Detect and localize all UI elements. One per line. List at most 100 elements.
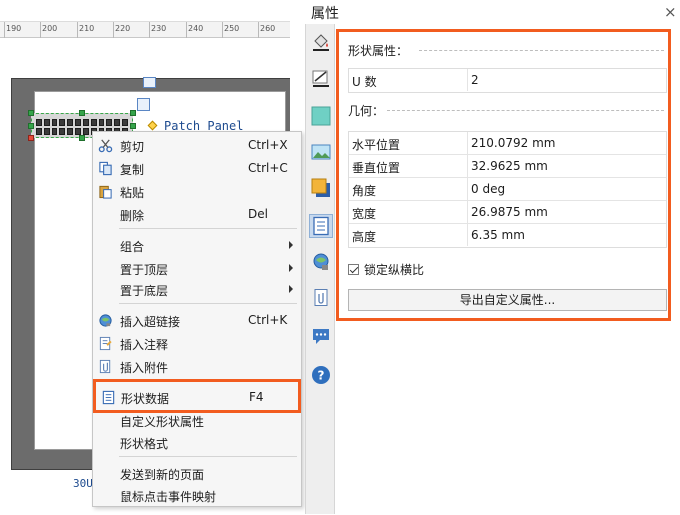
- menu-item-shape-data[interactable]: 形状数据 F4: [93, 379, 301, 413]
- image-icon: [311, 144, 331, 160]
- ruler-label: 200: [42, 24, 58, 33]
- properties-panel: 形状属性： U 数 2 几何： 水平位置 210.0792 mm 垂直位置 32…: [336, 29, 671, 321]
- menu-item-send-to-back[interactable]: 置于底层: [93, 279, 301, 299]
- close-button[interactable]: ×: [664, 3, 677, 21]
- menu-item-label: 组合: [120, 240, 145, 254]
- menu-item-send-to-new-page[interactable]: 发送到新的页面: [93, 463, 301, 483]
- resize-handle[interactable]: [28, 123, 34, 129]
- table-row[interactable]: 水平位置 210.0792 mm: [349, 132, 666, 155]
- toolbar-help-button[interactable]: ?: [309, 363, 333, 387]
- toolbar-image-button[interactable]: [309, 140, 333, 164]
- resize-handle[interactable]: [130, 110, 136, 116]
- property-value[interactable]: 26.9875 mm: [469, 201, 548, 223]
- horizontal-ruler: 190 200 210 220 230 240 250 260: [0, 21, 290, 38]
- menu-item-custom-shape-properties[interactable]: 自定义形状属性: [93, 410, 301, 430]
- lock-aspect-ratio-row[interactable]: 锁定纵横比: [348, 261, 424, 278]
- properties-icon: [313, 216, 329, 236]
- menu-separator: [119, 303, 297, 304]
- resize-handle[interactable]: [79, 135, 85, 141]
- menu-item-insert-attachment[interactable]: 插入附件: [93, 356, 301, 376]
- ruler-tick: [222, 22, 223, 38]
- property-value[interactable]: 2: [469, 69, 479, 91]
- shape-color-icon: [311, 106, 331, 126]
- hyperlink-icon: [99, 314, 112, 327]
- ruler-tick: [186, 22, 187, 38]
- floating-menu-icon[interactable]: [137, 98, 150, 111]
- toolbar-line-button[interactable]: [309, 66, 333, 90]
- menu-item-label: 插入附件: [120, 361, 169, 375]
- menu-item-label: 粘贴: [120, 186, 145, 200]
- rack-label: 30U: [73, 477, 93, 490]
- submenu-arrow-icon: [289, 285, 293, 293]
- shadow-icon: [311, 178, 330, 197]
- menu-separator: [119, 456, 297, 457]
- menu-item-cut[interactable]: 剪切 Ctrl+X: [93, 135, 301, 155]
- menu-item-label: 复制: [120, 163, 145, 177]
- property-name: 垂直位置: [349, 155, 468, 177]
- menu-item-label: 置于底层: [120, 284, 169, 298]
- property-value[interactable]: 32.9625 mm: [469, 155, 548, 177]
- section-title-shape-properties: 形状属性：: [348, 44, 409, 58]
- property-value[interactable]: 210.0792 mm: [469, 132, 555, 154]
- table-row[interactable]: 宽度 26.9875 mm: [349, 201, 666, 224]
- toolbar-shadow-button[interactable]: [309, 176, 333, 200]
- menu-item-label: 剪切: [120, 140, 145, 154]
- ruler-tick: [149, 22, 150, 38]
- property-value[interactable]: 6.35 mm: [469, 224, 525, 246]
- comment-icon: [99, 336, 112, 351]
- menu-item-paste[interactable]: 粘贴: [93, 181, 301, 201]
- menu-item-label: 插入注释: [120, 338, 169, 352]
- menu-item-shortcut: F4: [249, 390, 264, 404]
- ruler-label: 220: [115, 24, 131, 33]
- panel-title: 属性: [311, 6, 339, 22]
- resize-handle[interactable]: [28, 110, 34, 116]
- section-divider: [419, 50, 664, 51]
- toolbar-fill-button[interactable]: [309, 30, 333, 54]
- menu-item-insert-comment[interactable]: 插入注释: [93, 333, 301, 353]
- menu-item-shortcut: Del: [248, 207, 268, 221]
- table-row[interactable]: U 数 2: [349, 69, 666, 92]
- panel-edge: [671, 24, 680, 515]
- ruler-label: 250: [224, 24, 240, 33]
- resize-handle[interactable]: [79, 110, 85, 116]
- table-row[interactable]: 角度 0 deg: [349, 178, 666, 201]
- property-name: 宽度: [349, 201, 468, 223]
- lock-aspect-ratio-label: 锁定纵横比: [364, 263, 425, 277]
- paste-icon: [99, 185, 112, 199]
- menu-item-shortcut: Ctrl+K: [248, 313, 288, 327]
- section-title-geometry: 几何：: [348, 104, 385, 118]
- export-custom-properties-button[interactable]: 导出自定义属性...: [348, 289, 667, 311]
- lock-aspect-ratio-checkbox[interactable]: [348, 264, 359, 275]
- ruler-tick: [40, 22, 41, 38]
- menu-item-shortcut: Ctrl+C: [248, 161, 288, 175]
- menu-item-delete[interactable]: 删除 Del: [93, 204, 301, 224]
- property-name: 水平位置: [349, 132, 468, 154]
- menu-item-shape-format[interactable]: 形状格式: [93, 432, 301, 452]
- menu-item-insert-hyperlink[interactable]: 插入超链接 Ctrl+K: [93, 310, 301, 330]
- property-value[interactable]: 0 deg: [469, 178, 505, 200]
- line-icon: [312, 70, 329, 87]
- attachment-icon: [99, 359, 111, 374]
- floating-action-icon[interactable]: [143, 77, 156, 88]
- ruler-tick: [258, 22, 259, 38]
- toolbar-shape-color-button[interactable]: [309, 104, 333, 128]
- menu-item-label: 发送到新的页面: [120, 468, 205, 482]
- ruler-label: 190: [6, 24, 22, 33]
- menu-item-mouse-click-event[interactable]: 鼠标点击事件映射: [93, 485, 301, 505]
- resize-handle[interactable]: [130, 123, 136, 129]
- shape-data-icon: [102, 390, 115, 405]
- table-row[interactable]: 高度 6.35 mm: [349, 224, 666, 247]
- menu-item-bring-to-front[interactable]: 置于顶层: [93, 258, 301, 278]
- ruler-tick: [4, 22, 5, 38]
- toolbar-comment-button[interactable]: [309, 324, 333, 348]
- toolbar-hyperlink-button[interactable]: [309, 250, 333, 274]
- section-divider: [387, 110, 664, 111]
- port-row: [36, 119, 128, 126]
- toolbar-attachment-button[interactable]: [309, 286, 333, 310]
- menu-item-copy[interactable]: 复制 Ctrl+C: [93, 158, 301, 178]
- comment-icon: [313, 329, 329, 344]
- table-row[interactable]: 垂直位置 32.9625 mm: [349, 155, 666, 178]
- anchor-handle[interactable]: [28, 135, 34, 141]
- menu-item-group[interactable]: 组合: [93, 235, 301, 255]
- toolbar-properties-button[interactable]: [309, 214, 333, 238]
